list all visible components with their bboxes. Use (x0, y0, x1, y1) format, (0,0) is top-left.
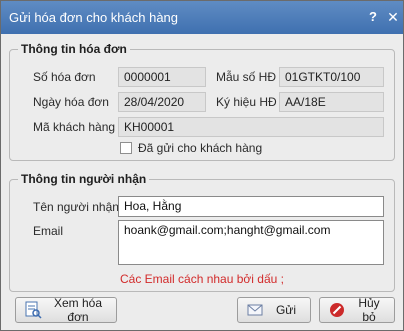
recipient-name-label: Tên người nhận (33, 200, 119, 214)
invoice-number-label: Số hóa đơn (33, 70, 96, 84)
sent-to-customer-checkbox[interactable] (120, 142, 132, 154)
form-number-label: Mẫu số HĐ (216, 70, 277, 84)
envelope-icon (246, 301, 264, 319)
email-label: Email (33, 224, 64, 238)
form-number-field: 01GTKT0/100 (279, 67, 384, 87)
send-label: Gửi (275, 303, 297, 317)
customer-code-field: KH00001 (118, 117, 384, 137)
invoice-number-field: 0000001 (118, 67, 206, 87)
send-invoice-dialog: Gửi hóa đơn cho khách hàng ? ✕ Thông tin… (0, 0, 404, 331)
sent-to-customer-label: Đã gửi cho khách hàng (138, 141, 263, 155)
close-button[interactable]: ✕ (385, 8, 401, 26)
email-separator-hint: Các Email cách nhau bởi dấu ; (120, 272, 284, 286)
email-textarea[interactable]: hoank@gmail.com;hanght@gmail.com (118, 220, 384, 265)
cancel-button[interactable]: Hủy bỏ (319, 296, 395, 324)
view-invoice-button[interactable]: Xem hóa đơn (15, 296, 117, 324)
recipient-info-title: Thông tin người nhận (18, 172, 150, 186)
customer-code-label: Mã khách hàng (33, 120, 116, 134)
cancel-label: Hủy bỏ (358, 296, 380, 324)
send-button[interactable]: Gửi (237, 297, 311, 323)
invoice-info-title: Thông tin hóa đơn (18, 42, 130, 56)
invoice-view-icon (24, 301, 42, 319)
invoice-symbol-field: AA/18E (279, 92, 384, 112)
dialog-title: Gửi hóa đơn cho khách hàng (9, 10, 179, 25)
invoice-symbol-label: Ký hiệu HĐ (216, 95, 277, 109)
cancel-icon (328, 301, 346, 319)
invoice-date-label: Ngày hóa đơn (33, 95, 109, 109)
recipient-name-input[interactable]: Hoa, Hằng (118, 196, 384, 217)
invoice-date-field: 28/04/2020 (118, 92, 206, 112)
title-bar: Gửi hóa đơn cho khách hàng ? ✕ (1, 1, 403, 34)
help-button[interactable]: ? (365, 8, 381, 26)
view-invoice-label: Xem hóa đơn (53, 296, 103, 324)
